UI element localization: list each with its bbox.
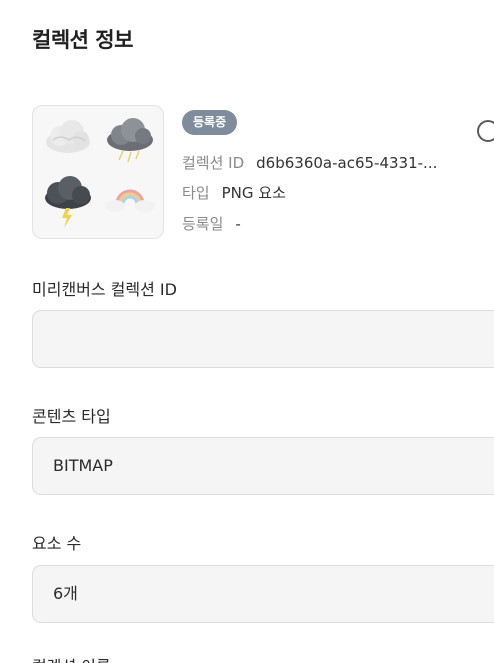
collection-thumbnail bbox=[32, 105, 164, 239]
registered-value: - bbox=[235, 215, 241, 233]
collection-id-label: 컬렉션 ID bbox=[182, 154, 245, 172]
loading-spinner-icon bbox=[477, 120, 494, 142]
content-type-field[interactable]: BITMAP bbox=[32, 437, 494, 495]
status-badge: 등록중 bbox=[182, 110, 238, 135]
miricanvas-id-label: 미리캔버스 컬렉션 ID bbox=[32, 280, 177, 299]
registered-label: 등록일 bbox=[182, 215, 224, 233]
content-type-label: 콘텐츠 타입 bbox=[32, 407, 111, 426]
collection-id-value: d6b6360a-ac65-4331-... bbox=[256, 154, 438, 172]
meta-registered: 등록일 - bbox=[182, 214, 241, 234]
miricanvas-id-field[interactable] bbox=[32, 310, 494, 368]
meta-collection-id: 컬렉션 ID d6b6360a-ac65-4331-... bbox=[182, 153, 437, 173]
rainbow-cloud-icon bbox=[105, 189, 155, 212]
collection-info-panel: 컬렉션 정보 등록중 컬렉션 ID d6b6360a-ac65-4331-...… bbox=[0, 0, 494, 663]
element-count-label: 요소 수 bbox=[32, 534, 82, 553]
collection-name-label: 컬렉션 이름 bbox=[32, 653, 111, 663]
thunder-cloud-icon bbox=[45, 176, 91, 228]
page-title: 컬렉션 정보 bbox=[32, 28, 133, 52]
type-value: PNG 요소 bbox=[221, 184, 286, 202]
type-label: 타입 bbox=[182, 184, 210, 202]
storm-cloud-icon bbox=[107, 118, 153, 163]
cloud-icon bbox=[46, 120, 90, 153]
element-count-field[interactable]: 6개 bbox=[32, 565, 494, 623]
meta-type: 타입 PNG 요소 bbox=[182, 183, 286, 203]
